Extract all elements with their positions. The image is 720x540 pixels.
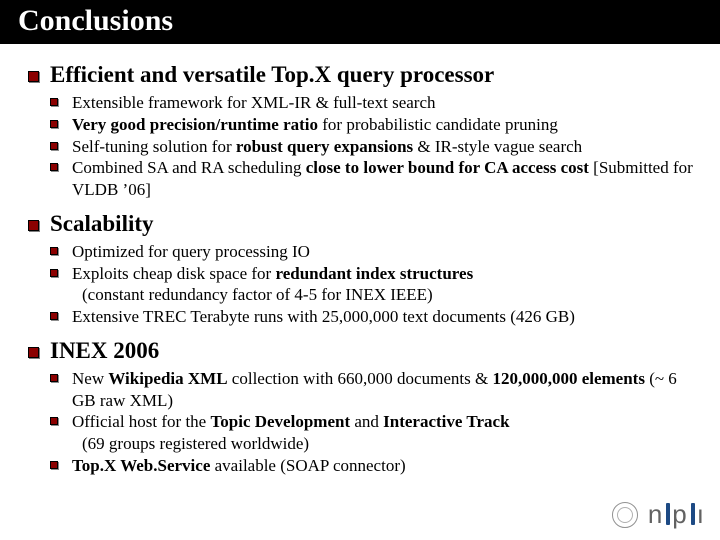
bullet-icon: [28, 220, 39, 231]
list-item: Extensive TREC Terabyte runs with 25,000…: [50, 306, 704, 328]
section-heading: Efficient and versatile Top.X query proc…: [50, 62, 494, 87]
item-text: Very good precision/runtime ratio for pr…: [72, 115, 558, 134]
item-list: New Wikipedia XML collection with 660,00…: [50, 368, 704, 477]
list-item: Very good precision/runtime ratio for pr…: [50, 114, 704, 136]
section-heading: INEX 2006: [50, 338, 159, 363]
bullet-icon: [50, 374, 58, 382]
item-text: Combined SA and RA scheduling close to l…: [72, 158, 693, 199]
section-scalability: Scalability Optimized for query processi…: [28, 211, 704, 328]
list-item: Top.X Web.Service available (SOAP connec…: [50, 455, 704, 477]
logo-stem-icon: [691, 503, 695, 525]
bullet-icon: [50, 120, 58, 128]
item-text: Exploits cheap disk space for redundant …: [72, 264, 704, 307]
list-item: Optimized for query processing IO: [50, 241, 704, 263]
list-item: New Wikipedia XML collection with 660,00…: [50, 368, 704, 412]
item-text: Extensive TREC Terabyte runs with 25,000…: [72, 307, 575, 326]
bullet-icon: [50, 98, 58, 106]
section-heading: Scalability: [50, 211, 154, 236]
section-inex: INEX 2006 New Wikipedia XML collection w…: [28, 338, 704, 477]
list-item: Self-tuning solution for robust query ex…: [50, 136, 704, 158]
bullet-icon: [50, 417, 58, 425]
bullet-icon: [28, 71, 39, 82]
seal-icon: [612, 502, 638, 528]
item-text: Top.X Web.Service available (SOAP connec…: [72, 456, 406, 475]
bullet-icon: [50, 247, 58, 255]
item-list: Optimized for query processing IO Exploi…: [50, 241, 704, 328]
item-text: New Wikipedia XML collection with 660,00…: [72, 369, 677, 410]
list-item: Exploits cheap disk space for redundant …: [50, 263, 704, 307]
item-text: Extensible framework for XML-IR & full-t…: [72, 93, 436, 112]
list-item: Combined SA and RA scheduling close to l…: [50, 157, 704, 201]
logo-stem-icon: [666, 503, 670, 525]
item-text: Self-tuning solution for robust query ex…: [72, 137, 582, 156]
bullet-icon: [50, 312, 58, 320]
footer-logo: npı: [612, 499, 706, 530]
section-list: Efficient and versatile Top.X query proc…: [28, 62, 704, 477]
slide-title: Conclusions: [0, 0, 720, 44]
bullet-icon: [28, 347, 39, 358]
item-text: Optimized for query processing IO: [72, 242, 310, 261]
bullet-icon: [50, 461, 58, 469]
bullet-icon: [50, 142, 58, 150]
slide-content: Efficient and versatile Top.X query proc…: [0, 44, 720, 477]
bullet-icon: [50, 269, 58, 277]
slide: Conclusions Efficient and versatile Top.…: [0, 0, 720, 540]
item-text: Official host for the Topic Development …: [72, 412, 704, 455]
section-efficient: Efficient and versatile Top.X query proc…: [28, 62, 704, 201]
list-item: Extensible framework for XML-IR & full-t…: [50, 92, 704, 114]
mpii-logo: npı: [648, 499, 706, 530]
list-item: Official host for the Topic Development …: [50, 411, 704, 455]
bullet-icon: [50, 163, 58, 171]
item-list: Extensible framework for XML-IR & full-t…: [50, 92, 704, 201]
